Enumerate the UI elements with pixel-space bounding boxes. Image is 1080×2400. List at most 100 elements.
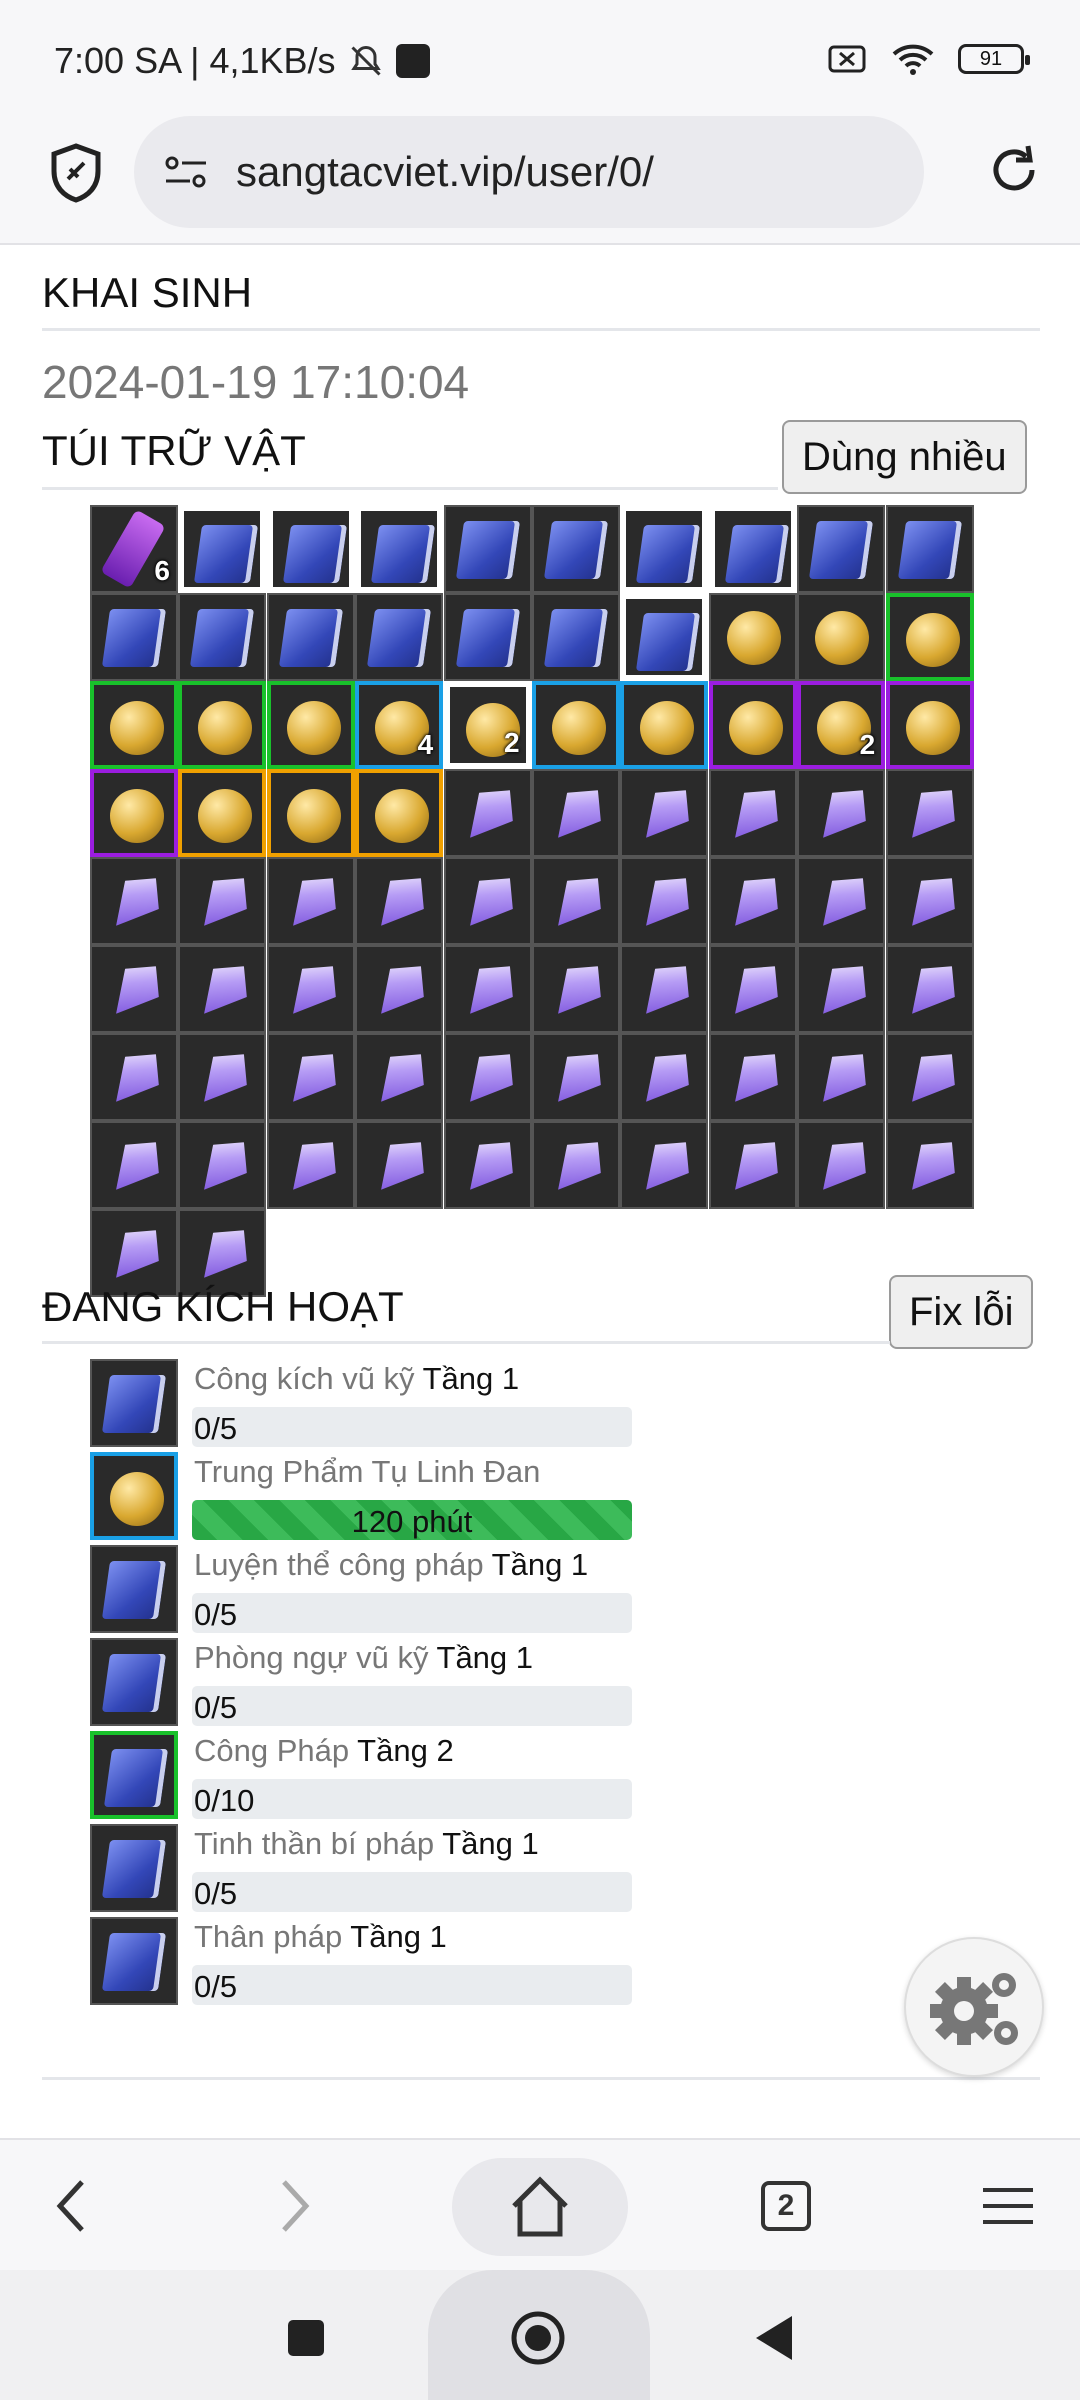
inventory-slot[interactable]: 2 — [797, 681, 886, 769]
inventory-slot[interactable] — [443, 505, 532, 593]
inventory-slot[interactable] — [355, 769, 444, 857]
inventory-slot[interactable] — [532, 1033, 620, 1121]
inventory-slot[interactable] — [178, 857, 267, 945]
inventory-slot[interactable] — [532, 945, 620, 1033]
inventory-slot[interactable] — [885, 857, 974, 945]
inventory-slot[interactable] — [532, 857, 620, 945]
inventory-slot[interactable] — [708, 593, 797, 681]
active-item-icon[interactable] — [90, 1359, 178, 1447]
inventory-slot[interactable] — [443, 857, 532, 945]
inventory-slot[interactable] — [266, 505, 355, 593]
inventory-slot[interactable] — [178, 1121, 267, 1209]
active-item-icon[interactable] — [90, 1452, 178, 1540]
active-item-icon[interactable] — [90, 1917, 178, 2005]
inventory-slot[interactable] — [532, 769, 620, 857]
inventory-slot[interactable]: 2 — [443, 681, 532, 769]
inventory-slot[interactable] — [708, 1033, 797, 1121]
inventory-slot[interactable] — [443, 1121, 532, 1209]
inventory-slot[interactable] — [708, 857, 797, 945]
inventory-slot[interactable] — [178, 681, 267, 769]
active-item-icon[interactable] — [90, 1824, 178, 1912]
system-back-icon[interactable] — [752, 2314, 796, 2362]
inventory-slot[interactable] — [708, 681, 797, 769]
inventory-slot[interactable] — [797, 1121, 886, 1209]
inventory-slot[interactable] — [90, 857, 178, 945]
inventory-slot[interactable] — [532, 593, 620, 681]
inventory-slot[interactable] — [797, 1033, 886, 1121]
inventory-slot[interactable] — [885, 1121, 974, 1209]
inventory-slot[interactable] — [797, 505, 886, 593]
inventory-slot[interactable] — [885, 945, 974, 1033]
inventory-slot[interactable] — [797, 857, 886, 945]
menu-button[interactable] — [960, 2158, 1056, 2254]
inventory-slot[interactable] — [620, 1121, 709, 1209]
inventory-slot[interactable] — [708, 769, 797, 857]
address-field[interactable]: sangtacviet.vip/user/0/ — [134, 116, 924, 228]
back-button[interactable] — [24, 2158, 120, 2254]
tabs-button[interactable]: 2 — [738, 2158, 834, 2254]
inventory-slot[interactable]: 4 — [355, 681, 444, 769]
inventory-slot[interactable] — [443, 1033, 532, 1121]
inventory-slot[interactable] — [708, 1121, 797, 1209]
inventory-slot[interactable] — [355, 505, 444, 593]
inventory-slot[interactable] — [443, 769, 532, 857]
inventory-slot[interactable] — [90, 1121, 178, 1209]
inventory-slot[interactable] — [620, 681, 709, 769]
inventory-slot[interactable] — [620, 857, 709, 945]
inventory-slot[interactable] — [532, 505, 620, 593]
recents-icon[interactable] — [286, 2318, 326, 2358]
inventory-slot[interactable] — [178, 945, 267, 1033]
inventory-slot[interactable] — [90, 769, 178, 857]
settings-fab[interactable] — [904, 1937, 1044, 2077]
inventory-slot[interactable] — [620, 769, 709, 857]
inventory-slot[interactable] — [885, 505, 974, 593]
reload-icon[interactable] — [984, 140, 1044, 200]
inventory-slot[interactable] — [620, 505, 709, 593]
inventory-slot[interactable] — [355, 593, 444, 681]
inventory-slot[interactable] — [266, 769, 355, 857]
inventory-slot[interactable] — [266, 857, 355, 945]
shield-icon[interactable] — [50, 143, 102, 203]
inventory-slot[interactable] — [178, 769, 267, 857]
inventory-slot[interactable] — [266, 681, 355, 769]
inventory-slot[interactable] — [797, 945, 886, 1033]
inventory-slot[interactable] — [443, 593, 532, 681]
inventory-slot[interactable] — [797, 593, 886, 681]
inventory-slot[interactable] — [355, 857, 444, 945]
inventory-slot[interactable] — [266, 1121, 355, 1209]
inventory-slot[interactable] — [266, 1033, 355, 1121]
inventory-slot[interactable] — [178, 1033, 267, 1121]
inventory-slot[interactable] — [355, 945, 444, 1033]
inventory-slot[interactable] — [885, 1033, 974, 1121]
inventory-slot[interactable] — [620, 1033, 709, 1121]
inventory-slot[interactable] — [90, 1033, 178, 1121]
inventory-slot[interactable] — [797, 769, 886, 857]
home-button[interactable] — [452, 2158, 628, 2256]
inventory-slot[interactable] — [266, 945, 355, 1033]
inventory-slot[interactable] — [532, 681, 620, 769]
inventory-slot[interactable] — [266, 593, 355, 681]
system-home-icon[interactable] — [508, 2308, 568, 2368]
inventory-slot[interactable] — [355, 1033, 444, 1121]
active-item-icon[interactable] — [90, 1731, 178, 1819]
inventory-slot[interactable] — [708, 945, 797, 1033]
active-item-icon[interactable] — [90, 1545, 178, 1633]
forward-button[interactable] — [246, 2158, 342, 2254]
inventory-slot[interactable] — [90, 593, 178, 681]
inventory-slot[interactable] — [885, 769, 974, 857]
inventory-slot[interactable] — [90, 945, 178, 1033]
inventory-slot[interactable] — [885, 681, 974, 769]
inventory-slot[interactable] — [532, 1121, 620, 1209]
inventory-slot[interactable] — [90, 681, 178, 769]
site-settings-icon[interactable] — [164, 154, 208, 190]
inventory-slot[interactable] — [708, 505, 797, 593]
inventory-slot[interactable]: 6 — [90, 505, 178, 593]
inventory-slot[interactable] — [178, 593, 267, 681]
inventory-slot[interactable] — [178, 505, 267, 593]
active-item-icon[interactable] — [90, 1638, 178, 1726]
fix-error-button[interactable]: Fix lỗi — [889, 1275, 1034, 1349]
inventory-slot[interactable] — [620, 593, 709, 681]
inventory-slot[interactable] — [355, 1121, 444, 1209]
inventory-slot[interactable] — [443, 945, 532, 1033]
inventory-slot[interactable] — [885, 593, 974, 681]
